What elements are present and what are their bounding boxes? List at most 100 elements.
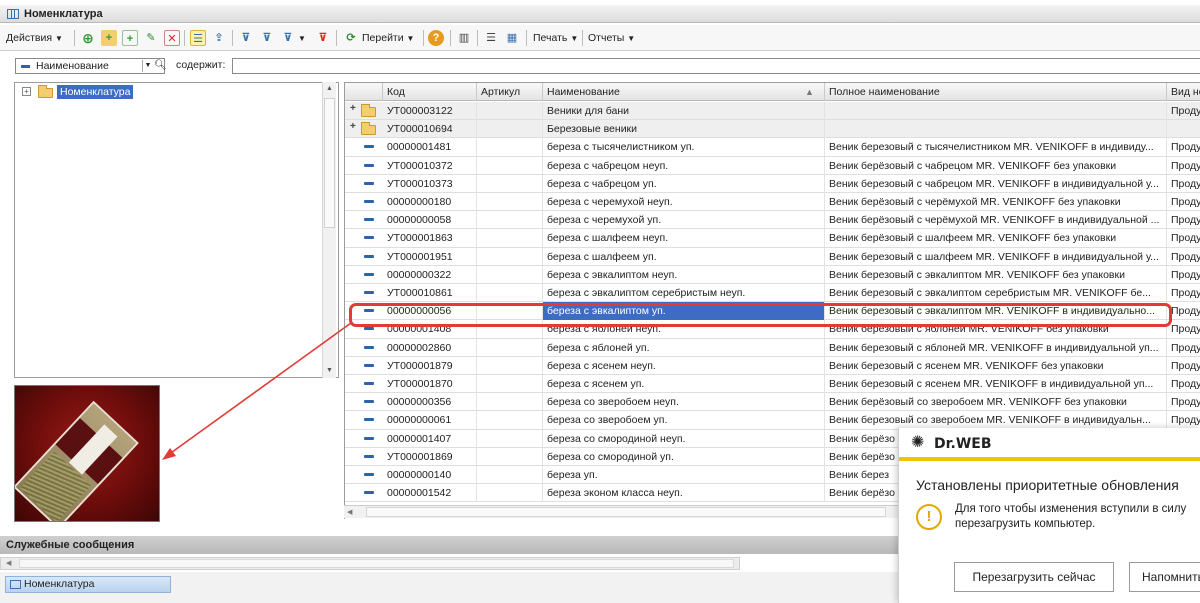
table-row[interactable]: УТ000001879 береза с ясенем неуп. Веник бе… [345, 356, 1200, 375]
cell-name[interactable]: Березовые веники [543, 120, 825, 139]
cell-kind[interactable]: Продук [1167, 211, 1200, 229]
cell-code[interactable]: 00000001542 [383, 484, 477, 503]
tree-scrollbar[interactable]: ▲ ▼ [322, 82, 336, 378]
list-settings-icon[interactable]: ☰ [483, 30, 499, 46]
scroll-up-icon[interactable]: ▲ [323, 82, 336, 96]
cell-full-name[interactable]: Веник березовый с шалфеем MR. VENIKOFF в… [825, 247, 1167, 266]
cell-article[interactable] [477, 302, 543, 321]
cell-name[interactable]: береза с эвкалиптом неуп. [543, 265, 825, 284]
table-row[interactable]: + УТ000010694 Березовые веники [345, 120, 1200, 139]
cell-kind[interactable]: Продук [1167, 157, 1200, 175]
move-to-group-icon[interactable]: ⇪ [211, 30, 227, 46]
cell-code[interactable]: УТ000010694 [383, 120, 477, 139]
column-header-kind[interactable]: Вид но [1167, 83, 1200, 101]
cell-kind[interactable]: Продук [1167, 302, 1200, 320]
table-row[interactable]: + УТ000003122 Веники для бани Продук [345, 102, 1200, 121]
cell-name[interactable]: береза со смородиной уп. [543, 447, 825, 466]
cell-kind[interactable]: Продук [1167, 357, 1200, 375]
cell-article[interactable] [477, 102, 543, 120]
table-row[interactable]: 00000000322 береза с эвкалиптом неуп. Вени… [345, 265, 1200, 284]
cell-full-name[interactable]: Веник березовый с ясенем MR. VENIKOFF в … [825, 375, 1167, 393]
cell-kind[interactable]: Продук [1167, 411, 1200, 429]
search-field-select[interactable]: Наименование ▼ 🔍︎ [15, 58, 167, 74]
cell-code[interactable]: УТ000001951 [383, 247, 477, 266]
cell-name[interactable]: береза с чабрецом уп. [543, 174, 825, 193]
cell-kind[interactable] [1167, 120, 1200, 138]
cell-code[interactable]: УТ000010373 [383, 174, 477, 193]
copy-icon[interactable]: + [122, 30, 138, 46]
cell-article[interactable] [477, 211, 543, 230]
add-folder-icon[interactable]: + [101, 30, 117, 46]
cell-code[interactable]: 00000001408 [383, 320, 477, 339]
cell-article[interactable] [477, 265, 543, 284]
cell-article[interactable] [477, 174, 543, 193]
table-row[interactable]: УТ000010861 береза с эвкалиптом серебрист… [345, 284, 1200, 303]
cell-kind[interactable]: Продук [1167, 266, 1200, 284]
column-header-name[interactable]: Наименование ▲ [543, 83, 825, 101]
cell-article[interactable] [477, 411, 543, 430]
cell-article[interactable] [477, 484, 543, 503]
table-row-selected[interactable]: 00000000056 береза с эвкалиптом уп. Веник … [345, 302, 1200, 321]
cell-code[interactable]: 00000000058 [383, 211, 477, 230]
chevron-down-icon[interactable]: ▼ [142, 60, 153, 72]
cell-kind[interactable]: Продук [1167, 102, 1200, 120]
cell-article[interactable] [477, 229, 543, 248]
table-row[interactable]: 00000001481 береза с тысячелистником уп. В… [345, 138, 1200, 157]
table-row[interactable]: 00000000058 береза с черемухой уп. Веник б… [345, 211, 1200, 230]
scroll-thumb[interactable] [324, 98, 335, 228]
cell-kind[interactable]: Продук [1167, 193, 1200, 211]
scroll-left-icon[interactable]: ◀ [347, 506, 352, 519]
cell-name[interactable]: береза с эвкалиптом серебристым неуп. [543, 284, 825, 302]
cell-code[interactable]: 00000002860 [383, 338, 477, 357]
clear-filter-icon[interactable]: ⊽ [315, 30, 331, 46]
cell-code[interactable]: УТ000010861 [383, 284, 477, 302]
cell-name[interactable]: Веники для бани [543, 102, 825, 120]
cell-article[interactable] [477, 338, 543, 357]
barcode-icon[interactable]: ▥ [456, 30, 472, 46]
cell-code[interactable]: УТ000001869 [383, 447, 477, 466]
taskbar-item[interactable]: Номенклатура [5, 576, 171, 593]
cell-name[interactable]: береза со смородиной неуп. [543, 429, 825, 448]
cell-code[interactable]: 00000000056 [383, 302, 477, 321]
cell-full-name[interactable]: Веник березовый с эвкалиптом серебристым… [825, 284, 1167, 302]
refresh-icon[interactable]: ⟳ [343, 30, 359, 46]
cell-kind[interactable]: Продук [1167, 229, 1200, 247]
column-header-full-name[interactable]: Полное наименование [825, 83, 1167, 101]
cell-name[interactable]: береза с ясенем уп. [543, 375, 825, 393]
cell-name[interactable]: береза с эвкалиптом уп. [543, 302, 825, 321]
column-header-article[interactable]: Артикул [477, 83, 543, 101]
cell-article[interactable] [477, 138, 543, 157]
cell-full-name[interactable]: Веник березовый с чабрецом MR. VENIKOFF … [825, 174, 1167, 193]
cell-article[interactable] [477, 375, 543, 393]
expand-icon[interactable]: + [22, 87, 31, 96]
cell-code[interactable]: 00000000140 [383, 466, 477, 484]
remind-later-button[interactable]: Напомнить [1129, 562, 1200, 592]
cell-code[interactable]: 00000000322 [383, 265, 477, 284]
help-icon[interactable]: ? [428, 30, 444, 46]
cell-full-name[interactable]: Веник берёзовый с чабрецом MR. VENIKOFF … [825, 156, 1167, 175]
cell-article[interactable] [477, 429, 543, 448]
cell-full-name[interactable]: Веник березовый со зверобоем MR. VENIKOF… [825, 411, 1167, 430]
cell-code[interactable]: УТ000001870 [383, 375, 477, 393]
delete-icon[interactable]: ✕ [164, 30, 180, 46]
add-icon[interactable]: ⊕ [80, 30, 96, 46]
cell-article[interactable] [477, 247, 543, 266]
search-icon[interactable]: 🔍︎ [154, 59, 167, 73]
table-row[interactable]: 00000000061 береза со зверобоем уп. Веник … [345, 411, 1200, 430]
cell-article[interactable] [477, 320, 543, 339]
cell-kind[interactable]: Продук [1167, 175, 1200, 193]
cell-article[interactable] [477, 356, 543, 375]
cell-article[interactable] [477, 156, 543, 175]
cell-full-name[interactable] [825, 102, 1167, 120]
table-settings-icon[interactable]: ▦ [504, 30, 520, 46]
cell-name[interactable]: береза со зверобоем неуп. [543, 393, 825, 412]
print-menu[interactable]: Печать ▼ [533, 29, 578, 47]
scroll-thumb[interactable] [19, 559, 734, 568]
hierarchy-icon[interactable]: ☰ [190, 30, 206, 46]
cell-article[interactable] [477, 466, 543, 484]
cell-code[interactable]: 00000000061 [383, 411, 477, 430]
cell-kind[interactable]: Продук [1167, 375, 1200, 393]
cell-name[interactable]: береза с тысячелистником уп. [543, 138, 825, 157]
cell-article[interactable] [477, 284, 543, 302]
cell-kind[interactable]: Продук [1167, 320, 1200, 338]
